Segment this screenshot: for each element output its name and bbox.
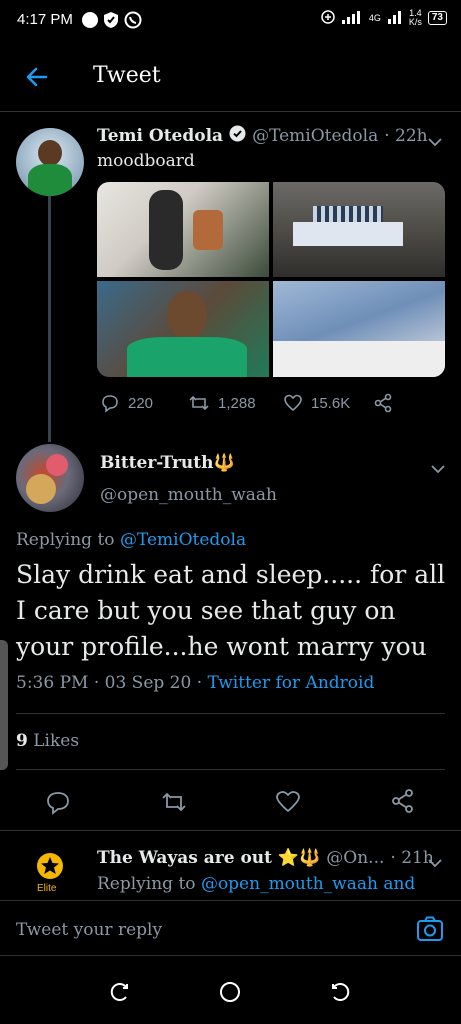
notification-dot-icon <box>82 12 98 28</box>
system-nav-bar <box>0 957 461 1024</box>
signal-icon <box>341 10 363 27</box>
top-app-bar: Tweet <box>0 42 461 112</box>
home-icon[interactable] <box>219 981 241 1007</box>
reply-count: 220 <box>128 394 154 412</box>
elite-logo-icon <box>36 852 64 884</box>
photo-1[interactable] <box>97 182 269 277</box>
reply-author-name[interactable]: Bitter-Truth🔱 <box>100 453 235 473</box>
battery-indicator: 73 <box>427 11 447 25</box>
temi-avatar[interactable] <box>16 128 84 196</box>
share-action[interactable] <box>373 393 393 413</box>
reply-compose-bar[interactable]: Tweet your reply <box>0 900 461 956</box>
avatar-text: Elite <box>37 883 57 894</box>
retweet-action[interactable]: 1,288 <box>188 394 283 412</box>
next-replying-to-line: Replying to @open_mouth_waah and <box>97 874 415 894</box>
tweet-time: · 22h <box>384 126 428 146</box>
signal-2-icon <box>387 10 403 27</box>
likes-label: Likes <box>33 731 80 751</box>
replying-to-line: Replying to @TemiOtedola <box>16 530 246 550</box>
share-icon[interactable] <box>390 788 416 818</box>
tweet-text: moodboard <box>97 151 195 171</box>
reply-author-handle[interactable]: @open_mouth_waah <box>100 485 277 505</box>
reply-tweet-text: Slay drink eat and sleep..... for all I … <box>16 560 446 661</box>
status-bar: 4:17 PM 4G 1.4 K/s 73 <box>0 0 461 42</box>
arrow-left-icon[interactable] <box>24 64 50 90</box>
avatar-shirt <box>28 164 72 196</box>
reply-action[interactable]: 220 <box>100 393 188 413</box>
edge-panel-handle[interactable] <box>0 640 8 770</box>
next-replying-prefix: Replying to <box>97 874 196 894</box>
photo-3[interactable] <box>97 281 269 377</box>
retweet-icon[interactable] <box>160 790 188 818</box>
next-reply-handle[interactable]: @On... <box>326 848 384 868</box>
tweet-source-link[interactable]: Twitter for Android <box>208 673 375 693</box>
photo-2-table <box>293 222 403 246</box>
chevron-down-icon[interactable] <box>428 853 442 868</box>
avatar-flowers <box>46 454 68 476</box>
page-title: Tweet <box>93 63 161 88</box>
tweet-meta: 5:36 PM · 03 Sep 20 · Twitter for Androi… <box>16 673 374 693</box>
status-right: 4G 1.4 K/s 73 <box>321 9 447 27</box>
focused-tweet-actions <box>0 780 461 824</box>
camera-icon[interactable] <box>416 916 444 946</box>
replying-to-link[interactable]: @TemiOtedola <box>120 530 246 550</box>
likes-count: 9 <box>16 731 28 751</box>
heart-icon <box>284 394 302 412</box>
divider <box>0 830 461 831</box>
net-speed: 1.4 K/s <box>408 8 422 27</box>
divider <box>16 713 445 714</box>
divider <box>16 769 445 770</box>
media-grid[interactable] <box>97 182 445 377</box>
retweet-count: 1,288 <box>218 394 256 412</box>
replying-to-prefix: Replying to <box>16 530 115 550</box>
photo-1-figure <box>149 190 183 270</box>
like-count: 15.6K <box>311 394 351 412</box>
data-saver-icon <box>321 9 335 27</box>
like-action[interactable]: 15.6K <box>283 394 373 412</box>
whatsapp-icon <box>124 11 142 34</box>
avatar-figure <box>26 474 56 504</box>
retweet-icon <box>189 395 209 411</box>
thread-line <box>48 196 51 442</box>
photo-4-bed <box>273 341 445 377</box>
reply-input[interactable]: Tweet your reply <box>16 920 162 940</box>
share-icon <box>374 393 392 413</box>
shield-icon <box>103 11 119 34</box>
photo-4[interactable] <box>273 281 445 377</box>
chevron-down-icon[interactable] <box>431 459 445 474</box>
heart-icon[interactable] <box>275 790 301 818</box>
next-replying-link[interactable]: @open_mouth_waah and <box>201 874 415 894</box>
author-name[interactable]: Temi Otedola <box>97 126 223 146</box>
bitter-truth-avatar[interactable] <box>16 444 84 512</box>
likes-summary[interactable]: 9 Likes <box>16 731 79 751</box>
author-handle[interactable]: @TemiOtedola <box>252 126 378 146</box>
tweet-actions: 220 1,288 15.6K <box>100 393 393 413</box>
wayas-avatar[interactable]: Elite <box>24 852 76 900</box>
reply-icon <box>102 395 118 413</box>
recents-icon[interactable] <box>108 981 130 1007</box>
photo-1-bag <box>193 210 223 250</box>
chevron-down-icon[interactable] <box>428 132 442 147</box>
tweet-header: Temi Otedola @TemiOtedola · 22h <box>97 125 428 147</box>
back-icon[interactable] <box>330 981 352 1007</box>
photo-2-bottles <box>313 206 383 222</box>
photo-2[interactable] <box>273 182 445 277</box>
verified-badge-icon <box>229 125 246 147</box>
avatar-face <box>38 140 62 166</box>
tweet-timestamp: 5:36 PM · 03 Sep 20 · <box>16 673 203 693</box>
photo-3-face <box>167 291 207 339</box>
photo-3-dress <box>127 337 247 377</box>
network-type: 4G <box>368 13 381 23</box>
reply-icon[interactable] <box>45 789 71 819</box>
next-reply-name[interactable]: The Wayas are out ⭐🔱 <box>97 848 320 868</box>
next-reply-header: The Wayas are out ⭐🔱 @On... · 21h <box>97 848 434 868</box>
status-time: 4:17 PM <box>17 11 73 28</box>
